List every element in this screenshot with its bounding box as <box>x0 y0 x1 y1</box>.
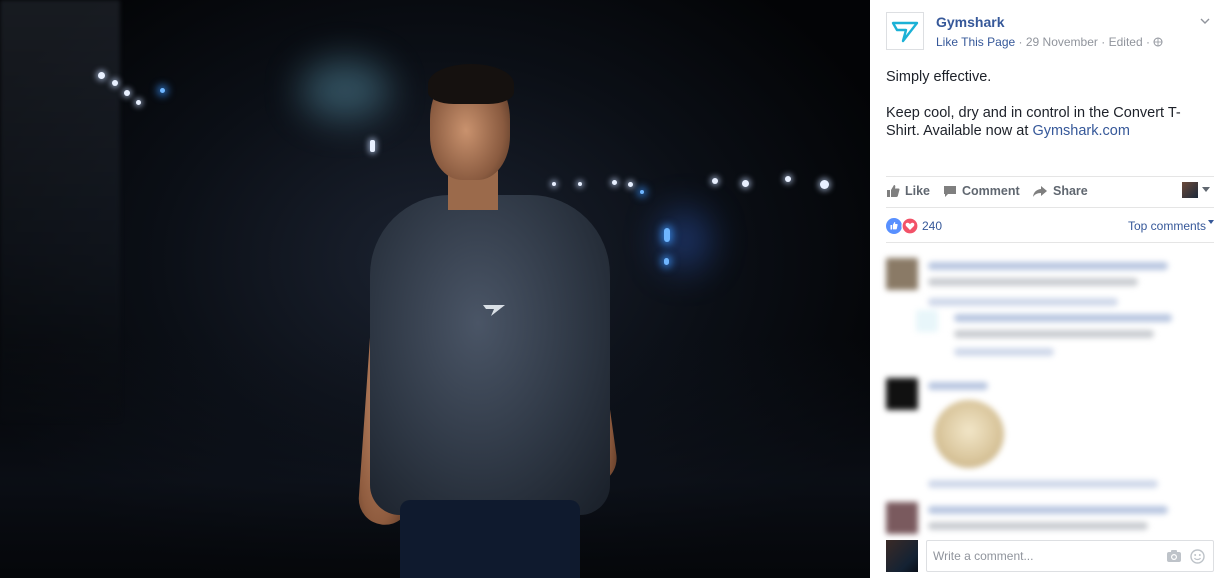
share-label: Share <box>1053 184 1088 198</box>
post-text: Simply effective. Keep cool, dry and in … <box>886 68 1196 158</box>
page-avatar[interactable] <box>886 12 924 50</box>
comment-box[interactable] <box>926 540 1214 572</box>
post-date[interactable]: 29 November <box>1026 35 1098 49</box>
like-button[interactable]: Like <box>886 184 930 198</box>
comment-sort-dropdown[interactable]: Top comments <box>1128 219 1214 233</box>
love-reaction-icon <box>901 217 919 235</box>
reaction-icons[interactable] <box>886 217 920 235</box>
comment-icon <box>944 185 956 197</box>
reaction-count[interactable]: 240 <box>922 219 942 233</box>
avatar <box>886 502 918 534</box>
comment-composer <box>886 540 1214 572</box>
meta-separator: · <box>1101 35 1106 49</box>
like-reaction-icon <box>886 218 902 234</box>
edited-label[interactable]: Edited <box>1109 35 1143 49</box>
post-text-line: Keep cool, dry and in control in the Con… <box>886 104 1196 140</box>
chevron-down-icon[interactable] <box>1200 16 1210 26</box>
gymshark-logo-icon <box>891 21 919 43</box>
gymshark-link[interactable]: Gymshark.com <box>1032 123 1130 139</box>
caret-down-icon <box>1208 220 1214 224</box>
comment-sticker <box>934 400 1004 468</box>
camera-icon[interactable] <box>1166 549 1182 563</box>
avatar <box>886 258 918 290</box>
avatar <box>916 310 938 332</box>
post-header: Gymshark Like This Page · 29 November · … <box>886 12 1214 56</box>
thumbs-up-icon <box>887 185 900 197</box>
post-actions: Like Comment Share <box>886 176 1214 208</box>
reactions-bar: 240 Top comments <box>886 212 1214 243</box>
share-icon <box>1033 185 1047 197</box>
comment-label: Comment <box>962 184 1020 198</box>
post-text-line: Simply effective. <box>886 69 992 85</box>
emoji-icon[interactable] <box>1190 549 1205 564</box>
comment-sort-label: Top comments <box>1127 219 1206 233</box>
avatar <box>886 540 918 572</box>
shirt-logo-icon <box>483 305 505 316</box>
like-label: Like <box>905 184 931 198</box>
post-as-selector[interactable] <box>1182 182 1210 198</box>
share-button[interactable]: Share <box>1032 184 1088 198</box>
caret-down-icon <box>1202 187 1210 192</box>
post-panel: Gymshark Like This Page · 29 November · … <box>870 0 1226 578</box>
comment-input[interactable] <box>931 548 1155 564</box>
post-photo[interactable] <box>0 0 870 578</box>
post-meta: Like This Page · 29 November · Edited · <box>936 35 1163 49</box>
model-figure <box>357 60 620 578</box>
meta-separator: · <box>1145 35 1150 49</box>
comments-list <box>886 250 1214 534</box>
avatar <box>886 378 918 410</box>
globe-icon <box>1153 37 1163 47</box>
composer-icons <box>1166 549 1205 564</box>
comment-button[interactable]: Comment <box>943 184 1020 198</box>
like-page-link[interactable]: Like This Page <box>936 35 1015 49</box>
meta-separator: · <box>1018 35 1023 49</box>
avatar <box>1182 182 1198 198</box>
page-name-link[interactable]: Gymshark <box>936 14 1004 30</box>
